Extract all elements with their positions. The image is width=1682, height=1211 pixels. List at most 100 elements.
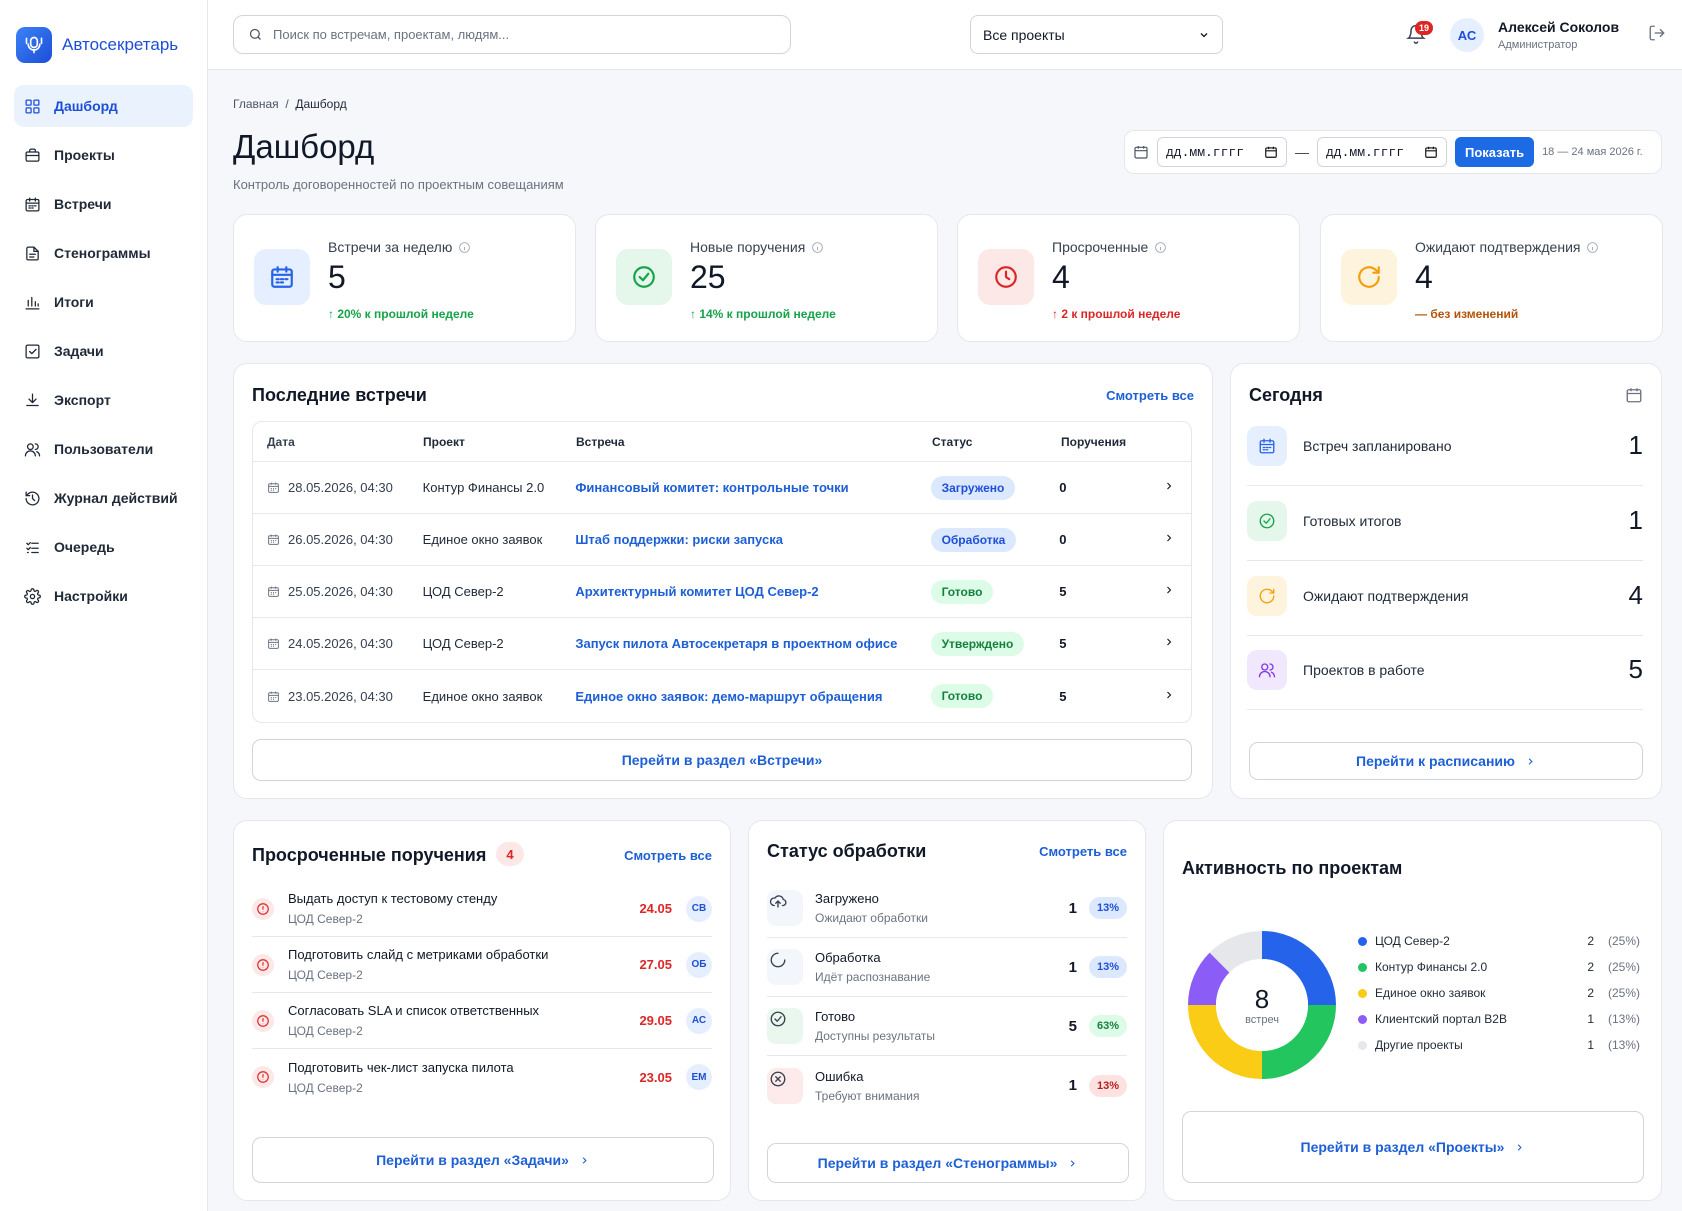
processing-status-text: Обработка Идёт распознавание bbox=[815, 950, 1069, 984]
processing-view-all-link[interactable]: Смотреть все bbox=[1039, 844, 1127, 859]
legend-item[interactable]: Контур Финансы 2.0 2 (25%) bbox=[1358, 960, 1640, 974]
kpi-label: Встречи за неделю bbox=[328, 239, 471, 255]
row-open-button[interactable] bbox=[1163, 636, 1191, 651]
cell-tasks: 5 bbox=[1059, 636, 1067, 651]
overdue-task-row[interactable]: Согласовать SLA и список ответственных Ц… bbox=[252, 993, 712, 1049]
search-box[interactable] bbox=[233, 15, 791, 54]
alert-circle-icon bbox=[257, 902, 269, 915]
cell-tasks: 5 bbox=[1059, 688, 1067, 704]
goto-meetings-button[interactable]: Перейти в раздел «Встречи» bbox=[252, 739, 1192, 781]
legend-item[interactable]: Единое окно заявок 2 (25%) bbox=[1358, 986, 1640, 1000]
project-filter-select[interactable]: Все проекты bbox=[970, 15, 1223, 54]
overdue-task-row[interactable]: Выдать доступ к тестовому стенду ЦОД Сев… bbox=[252, 881, 712, 937]
search-input[interactable] bbox=[273, 27, 753, 42]
legend-item[interactable]: ЦОД Север-2 2 (25%) bbox=[1358, 934, 1640, 948]
show-button[interactable]: Показать bbox=[1455, 137, 1535, 167]
kpi-icon-box bbox=[978, 249, 1034, 305]
legend-value: 2 bbox=[1587, 960, 1594, 974]
sidebar-item-summaries[interactable]: Итоги bbox=[14, 281, 193, 323]
project-activity-card: Активность по проектам 8 встреч ЦОД Севе… bbox=[1163, 820, 1662, 1201]
chevron-right-icon bbox=[1518, 1143, 1523, 1151]
cell-meeting-link[interactable]: Финансовый комитет: контрольные точки bbox=[575, 480, 930, 495]
legend-label: Клиентский портал B2B bbox=[1375, 1012, 1507, 1026]
kpi-label: Просроченные bbox=[1052, 239, 1167, 255]
row-open-button[interactable] bbox=[1163, 480, 1191, 495]
date-from-input[interactable]: дд.мм.гггг bbox=[1157, 137, 1287, 167]
cell-meeting-link[interactable]: Штаб поддержки: риски запуска bbox=[575, 532, 930, 547]
app-name: Автосекретарь bbox=[62, 35, 179, 54]
goto-tasks-button[interactable]: Перейти в раздел «Задачи» bbox=[252, 1137, 714, 1183]
cell-status: Утверждено bbox=[930, 631, 1060, 656]
sidebar-item-projects[interactable]: Проекты bbox=[14, 134, 193, 176]
meetings-view-all-link[interactable]: Смотреть все bbox=[1106, 388, 1194, 403]
processing-status-row[interactable]: Ошибка Требуют внимания 1 13% bbox=[767, 1056, 1127, 1115]
x-circle-icon bbox=[770, 1071, 786, 1086]
legend-item[interactable]: Другие проекты 1 (13%) bbox=[1358, 1038, 1640, 1052]
date-range-filter: дд.мм.гггг — дд.мм.гггг Показать 18 — 24… bbox=[1124, 130, 1662, 174]
breadcrumb: Главная / Дашборд bbox=[233, 97, 347, 111]
calendar-icon[interactable] bbox=[1625, 386, 1643, 404]
notifications-button[interactable]: 19 bbox=[1406, 21, 1434, 48]
table-header: Дата Проект Встреча Статус Поручения bbox=[253, 422, 1191, 462]
legend-percent: (25%) bbox=[1607, 986, 1640, 1000]
legend-item[interactable]: Клиентский портал B2B 1 (13%) bbox=[1358, 1012, 1640, 1026]
row-open-button[interactable] bbox=[1163, 532, 1191, 547]
assignee-avatar: ОБ bbox=[686, 951, 712, 978]
kpi-card: Новые поручения 25 ↑ 14% к прошлой недел… bbox=[595, 214, 938, 342]
table-row[interactable]: 24.05.2026, 04:30 ЦОД Север-2 Запуск пил… bbox=[253, 618, 1191, 670]
status-badge: Загружено bbox=[930, 475, 1016, 500]
overdue-icon-box bbox=[252, 953, 274, 976]
cell-meeting-link[interactable]: Архитектурный комитет ЦОД Север-2 bbox=[575, 584, 930, 599]
table-row[interactable]: 23.05.2026, 04:30 Единое окно заявок Еди… bbox=[253, 670, 1191, 722]
sidebar-item-queue[interactable]: Очередь bbox=[14, 526, 193, 568]
cell-meeting-link[interactable]: Запуск пилота Автосекретаря в проектном … bbox=[575, 636, 930, 651]
sidebar-item-transcripts[interactable]: Стенограммы bbox=[14, 232, 193, 274]
sidebar-item-settings[interactable]: Настройки bbox=[14, 575, 193, 617]
goto-projects-button[interactable]: Перейти в раздел «Проекты» bbox=[1182, 1111, 1644, 1183]
row-open-button[interactable] bbox=[1163, 689, 1191, 704]
overdue-view-all-link[interactable]: Смотреть все bbox=[624, 848, 712, 863]
overdue-task-row[interactable]: Подготовить чек-лист запуска пилота ЦОД … bbox=[252, 1049, 712, 1105]
sidebar-item-label: Экспорт bbox=[54, 392, 111, 408]
sidebar-item-audit-log[interactable]: Журнал действий bbox=[14, 477, 193, 519]
table-row[interactable]: 28.05.2026, 04:30 Контур Финансы 2.0 Фин… bbox=[253, 462, 1191, 514]
sidebar-item-export[interactable]: Экспорт bbox=[14, 379, 193, 421]
calendar-picker-icon[interactable] bbox=[1264, 145, 1278, 159]
sidebar-item-users[interactable]: Пользователи bbox=[14, 428, 193, 470]
sidebar-item-dashboard[interactable]: Дашборд bbox=[14, 85, 193, 127]
table-row[interactable]: 25.05.2026, 04:30 ЦОД Север-2 Архитектур… bbox=[253, 566, 1191, 618]
overdue-task-title: Согласовать SLA и список ответственных bbox=[288, 1003, 540, 1018]
processing-status-row[interactable]: Загружено Ожидают обработки 1 13% bbox=[767, 879, 1127, 938]
overdue-task-text: Выдать доступ к тестовому стенду ЦОД Сев… bbox=[288, 891, 639, 926]
assignee-avatar: ЕМ bbox=[686, 1064, 712, 1090]
sidebar-item-label: Стенограммы bbox=[54, 245, 151, 261]
date-to-input[interactable]: дд.мм.гггг bbox=[1317, 137, 1447, 167]
legend-color-dot bbox=[1358, 988, 1367, 998]
sidebar: Автосекретарь Дашборд Проекты Встречи Ст… bbox=[0, 0, 208, 1211]
logout-button[interactable] bbox=[1648, 24, 1666, 45]
legend-color-dot bbox=[1358, 1014, 1367, 1024]
avatar[interactable]: АС bbox=[1450, 18, 1484, 52]
download-icon bbox=[26, 392, 39, 406]
kpi-value: 4 bbox=[1415, 259, 1433, 295]
kpi-label: Новые поручения bbox=[690, 239, 824, 255]
calendar-icon bbox=[1259, 438, 1275, 453]
goto-transcripts-button[interactable]: Перейти в раздел «Стенограммы» bbox=[767, 1143, 1129, 1183]
calendar-picker-icon[interactable] bbox=[1424, 145, 1438, 159]
today-icon-box bbox=[1247, 425, 1287, 466]
breadcrumb-home[interactable]: Главная bbox=[233, 97, 279, 111]
cell-status: Готово bbox=[930, 579, 1060, 604]
cell-date: 25.05.2026, 04:30 bbox=[253, 584, 423, 599]
user-role: Администратор bbox=[1498, 39, 1578, 51]
sidebar-item-meetings[interactable]: Встречи bbox=[14, 183, 193, 225]
app-logo[interactable]: Автосекретарь bbox=[0, 0, 207, 85]
processing-status-row[interactable]: Готово Доступны результаты 5 63% bbox=[767, 997, 1127, 1056]
cell-meeting-link[interactable]: Единое окно заявок: демо-маршрут обращен… bbox=[575, 689, 930, 704]
table-row[interactable]: 26.05.2026, 04:30 Единое окно заявок Шта… bbox=[253, 514, 1191, 566]
processing-status-row[interactable]: Обработка Идёт распознавание 1 13% bbox=[767, 938, 1127, 997]
goto-schedule-button[interactable]: Перейти к расписанию bbox=[1249, 742, 1643, 780]
today-icon-box bbox=[1247, 575, 1287, 616]
row-open-button[interactable] bbox=[1163, 584, 1191, 599]
overdue-task-row[interactable]: Подготовить слайд с метриками обработки … bbox=[252, 937, 712, 993]
sidebar-item-tasks[interactable]: Задачи bbox=[14, 330, 193, 372]
